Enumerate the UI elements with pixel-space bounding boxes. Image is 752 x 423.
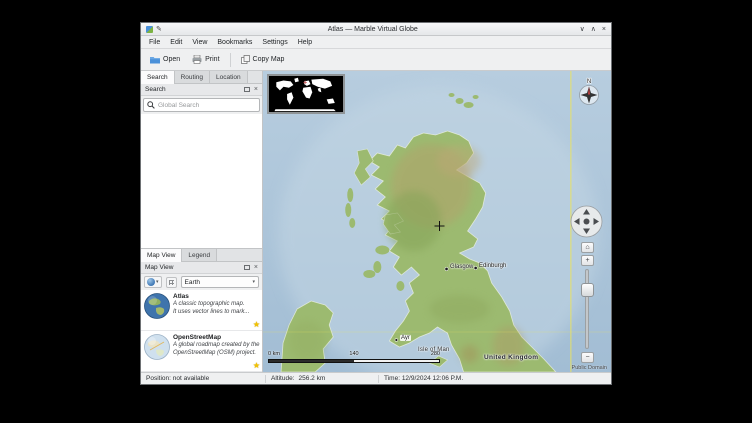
zoom-out-button[interactable]: −	[581, 352, 594, 363]
map-theme-description: A global roadmap created by the OpenStre…	[173, 342, 260, 358]
chevron-down-icon: ▾	[156, 279, 159, 285]
altitude-value: 256.2 km	[299, 375, 326, 382]
panel-float-icon[interactable]	[244, 87, 250, 92]
menu-view[interactable]: View	[187, 39, 212, 46]
city-label-ayr: Ayr	[400, 335, 411, 341]
titlebar[interactable]: ✎ Atlas — Marble Virtual Globe ∨ ∧ ×	[141, 23, 611, 36]
open-button[interactable]: Open	[145, 52, 185, 67]
zoom-slider-thumb[interactable]	[581, 283, 594, 297]
copy-map-button[interactable]: Copy Map	[236, 52, 290, 67]
map-attribution: Public Domain	[572, 365, 607, 371]
annotate-pen-icon: ✎	[156, 25, 162, 33]
topographic-map	[263, 71, 611, 372]
country-label-united-kingdom: United Kingdom	[484, 354, 538, 361]
favorite-star-icon[interactable]: ★	[253, 361, 260, 370]
maximize-button[interactable]: ∧	[591, 26, 596, 33]
menubar: File Edit View Bookmarks Settings Help	[141, 36, 611, 49]
map-canvas[interactable]: N ⌂	[263, 71, 611, 372]
map-view-panel-title: Map View	[145, 264, 244, 271]
toolbar-separator	[230, 53, 231, 67]
view-tabs: Map View Legend	[141, 249, 262, 262]
copy-icon	[241, 55, 250, 64]
status-altitude: Altitude: 256.2 km	[266, 375, 378, 382]
search-panel-header: Search ×	[141, 84, 262, 96]
scale-segment	[354, 360, 439, 362]
search-results-area[interactable]	[141, 114, 262, 248]
map-view-panel-header: Map View ×	[141, 262, 262, 274]
toolbar: Open Print Copy Map	[141, 49, 611, 71]
tab-map-view[interactable]: Map View	[141, 249, 182, 261]
status-time: Time: 12/9/2024 12:06 P.M.	[379, 375, 468, 382]
osm-globe-thumbnail	[144, 334, 170, 360]
search-panel-title: Search	[145, 86, 244, 93]
search-icon	[147, 101, 155, 109]
compass-icon: N	[576, 76, 602, 106]
menu-bookmarks[interactable]: Bookmarks	[212, 39, 257, 46]
chevron-down-icon: ▾	[252, 279, 255, 285]
world-map-icon	[269, 76, 343, 112]
favorite-star-icon[interactable]: ★	[253, 320, 260, 329]
printer-icon	[192, 55, 202, 64]
map-theme-description: A classic topographic map. It uses vecto…	[173, 301, 260, 317]
search-tabs: Search Routing Location	[141, 71, 262, 84]
celestial-body-value: Earth	[185, 279, 201, 286]
compass-rose[interactable]: N	[576, 76, 602, 106]
panel-close-icon[interactable]: ×	[254, 86, 258, 93]
atlas-globe-thumbnail	[144, 293, 170, 319]
print-button[interactable]: Print	[187, 52, 224, 67]
city-label-glasgow: Glasgow	[450, 264, 473, 270]
search-input[interactable]	[158, 102, 256, 109]
statusbar: Position: not available Altitude: 256.2 …	[141, 372, 611, 384]
zoom-in-button[interactable]: +	[581, 255, 594, 266]
city-label-edinburgh: Edinburgh	[479, 263, 506, 269]
zoom-slider-track[interactable]	[585, 269, 589, 349]
map-theme-name: OpenStreetMap	[173, 334, 260, 341]
menu-help[interactable]: Help	[293, 39, 317, 46]
map-thumbnail-view-icon[interactable]	[166, 277, 177, 288]
desktop-background: ✎ Atlas — Marble Virtual Globe ∨ ∧ × Fil…	[0, 0, 752, 423]
sidebar: Search Routing Location Search ×	[141, 71, 263, 372]
close-button[interactable]: ×	[602, 26, 606, 33]
menu-edit[interactable]: Edit	[165, 39, 187, 46]
celestial-body-select[interactable]: Earth ▾	[181, 276, 259, 288]
map-theme-list[interactable]: Atlas A classic topographic map. It uses…	[141, 290, 262, 372]
navigation-pad-icon	[570, 205, 603, 238]
home-button[interactable]: ⌂	[581, 242, 594, 253]
map-view-controls: ▾ Earth ▾	[141, 274, 262, 290]
panel-float-icon[interactable]	[244, 265, 250, 270]
marble-window: ✎ Atlas — Marble Virtual Globe ∨ ∧ × Fil…	[140, 22, 612, 385]
scale-zero-label: 0 km	[268, 351, 280, 357]
tab-legend[interactable]: Legend	[182, 249, 217, 261]
global-search-box[interactable]	[143, 98, 260, 112]
menu-file[interactable]: File	[144, 39, 165, 46]
compass-north-label: N	[587, 79, 591, 85]
open-folder-icon	[150, 55, 160, 64]
window-title: Atlas — Marble Virtual Globe	[166, 26, 580, 33]
tab-routing[interactable]: Routing	[175, 71, 210, 83]
minimize-button[interactable]: ∨	[580, 26, 585, 33]
navigation-pad[interactable]	[570, 205, 603, 238]
tab-search[interactable]: Search	[141, 71, 175, 83]
celestial-body-icon-button[interactable]: ▾	[144, 276, 162, 288]
overview-map[interactable]	[267, 74, 345, 114]
app-icon	[146, 26, 153, 33]
map-theme-item-atlas[interactable]: Atlas A classic topographic map. It uses…	[141, 290, 262, 331]
scale-end-label: 280	[431, 351, 440, 357]
map-theme-name: Atlas	[173, 293, 260, 300]
scale-mid-label: 140	[349, 351, 358, 357]
menu-settings[interactable]: Settings	[257, 39, 292, 46]
altitude-label: Altitude:	[271, 375, 295, 382]
scale-bar: 0 km 140 280	[268, 351, 440, 365]
status-position: Position: not available	[141, 375, 265, 382]
scale-segment	[269, 360, 354, 362]
globe-icon	[147, 278, 155, 286]
tab-location[interactable]: Location	[210, 71, 248, 83]
map-theme-item-openstreetmap[interactable]: OpenStreetMap A global roadmap created b…	[141, 331, 262, 372]
panel-close-icon[interactable]: ×	[254, 264, 258, 271]
